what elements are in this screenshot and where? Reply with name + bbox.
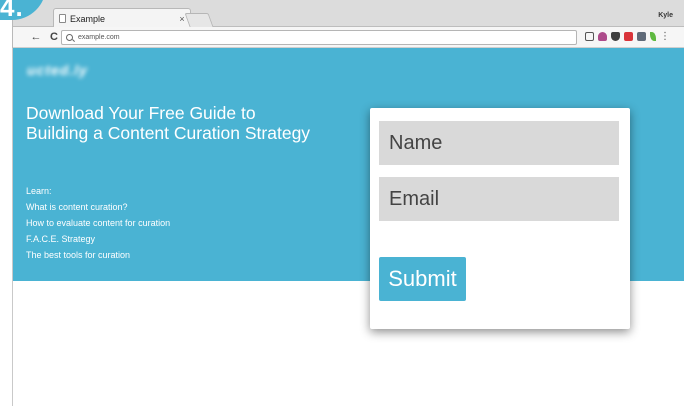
email-field[interactable] (379, 177, 619, 221)
learn-list-item: The best tools for curation (26, 250, 131, 260)
learn-list-item: How to evaluate content for curation (26, 218, 171, 228)
site-logo: ucted.ly (27, 62, 88, 78)
browser-menu-icon[interactable]: ⋮ (660, 32, 670, 42)
reload-icon[interactable]: C (47, 30, 61, 44)
signup-form-card: Submit (370, 108, 630, 329)
search-icon (66, 34, 73, 41)
submit-button[interactable]: Submit (379, 257, 466, 301)
document-icon (59, 14, 66, 23)
back-icon[interactable]: ← (29, 30, 43, 44)
step-number: 4. (0, 0, 24, 20)
pocket-icon[interactable] (611, 32, 620, 41)
browser-toolbar: ← C example.com ⋮ (13, 27, 684, 48)
profile-name[interactable]: Kyle (658, 12, 673, 19)
new-tab-button[interactable] (184, 13, 214, 27)
learn-list-item: What is content curation? (26, 202, 128, 212)
tab-strip: Example × Kyle (13, 0, 684, 28)
learn-list-item: F.A.C.E. Strategy (26, 234, 96, 244)
browser-tab[interactable]: Example × (53, 8, 191, 28)
browser-window: Example × Kyle ← C example.com ⋮ (12, 0, 684, 48)
learn-list-heading: Learn: (26, 186, 52, 196)
ghostery-icon[interactable] (637, 32, 646, 41)
red-extension-icon[interactable] (624, 32, 633, 41)
page-headline: Download Your Free Guide to Building a C… (26, 103, 311, 143)
name-field[interactable] (379, 121, 619, 165)
address-url: example.com (78, 34, 120, 41)
learn-list: Learn: What is content curation? How to … (26, 183, 170, 263)
evernote-icon[interactable] (650, 32, 656, 41)
cast-icon[interactable] (585, 32, 594, 41)
heart-extension-icon[interactable] (598, 32, 607, 41)
address-bar[interactable]: example.com (61, 30, 577, 45)
extension-icons: ⋮ (585, 32, 670, 42)
tab-title: Example (70, 13, 106, 24)
